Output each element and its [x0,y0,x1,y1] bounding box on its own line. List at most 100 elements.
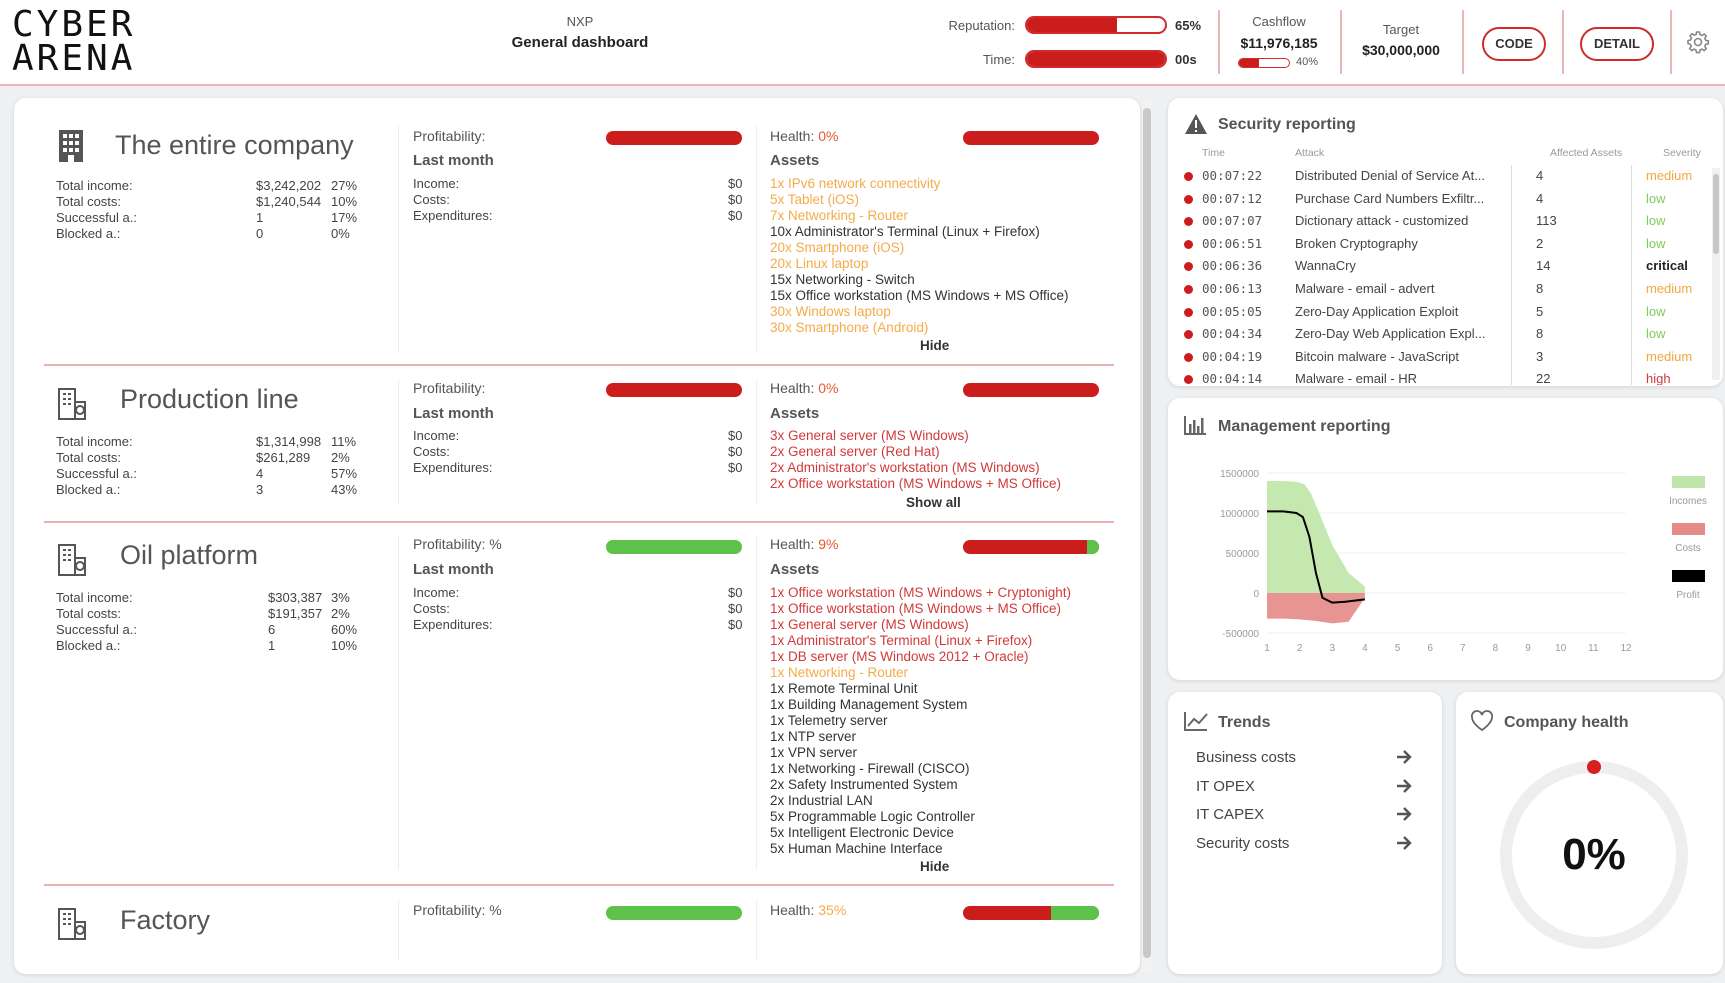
last-month-label: Expenditures: [413,208,493,223]
org-name: NXP [566,14,594,29]
last-month-label: Income: [413,176,460,191]
y-tick-label: 500000 [1226,549,1260,560]
security-row[interactable]: 00:07:22 Distributed Denial of Service At… [1176,165,1706,188]
asset-item: 1x Administrator's Terminal (Linux + Fir… [770,633,1033,648]
factory-building-icon [56,906,90,942]
asset-item: 1x Remote Terminal Unit [770,681,918,696]
column-divider [398,900,399,960]
profitability-bar-fill [606,906,742,920]
asset-item: 1x Networking - Firewall (CISCO) [770,761,970,776]
y-tick-label: 0 [1253,589,1259,600]
gear-icon[interactable] [1686,30,1710,54]
security-row[interactable]: 00:07:12 Purchase Card Numbers Exfiltr...… [1176,188,1706,211]
asset-item: 20x Linux laptop [770,256,869,271]
assets-list: 1x Office workstation (MS Windows + Cryp… [770,585,1071,857]
reputation-label: Reputation: [948,18,1016,33]
security-row[interactable]: 00:06:13 Malware - email - advert 8 medium [1176,278,1706,301]
asset-item: 2x Administrator's workstation (MS Windo… [770,460,1040,475]
health-label-text: Health: [770,536,815,552]
attack-severity: low [1646,235,1666,251]
time-bar [1025,50,1167,68]
scrollbar-thumb[interactable] [1713,174,1719,254]
last-month-value: $0 [728,444,743,459]
page-title: General dashboard [511,34,649,51]
severity-dot [1184,375,1193,385]
asset-item: 30x Windows laptop [770,304,891,319]
severity-dot [1184,172,1193,181]
y-tick-label: 1500000 [1220,469,1259,480]
last-month-values: Income: $0 Costs: $0 Expenditures: $0 [413,428,743,476]
stat-percent: 3% [331,590,350,605]
last-month-value: $0 [728,460,743,475]
trend-item-row[interactable]: IT OPEX [1196,774,1416,803]
column-divider [756,900,757,960]
trend-item-row[interactable]: Business costs [1196,745,1416,774]
stat-row: Total income: $1,314,998 11% [56,434,386,450]
section-title: The entire company [115,130,354,160]
column-header-severity: Severity [1663,147,1701,159]
health-bar-fill [1051,906,1099,920]
security-row[interactable]: 00:07:07 Dictionary attack - customized 11… [1176,210,1706,233]
stat-row: Total costs: $1,240,544 10% [56,194,386,210]
column-header-time: Time [1202,147,1225,159]
attack-name: Dictionary attack - customized [1295,213,1469,229]
sections-scrollbar[interactable] [1142,100,1152,972]
y-tick-label: -500000 [1222,629,1259,640]
severity-dot [1184,352,1193,362]
affected-assets: 14 [1536,258,1551,274]
stat-value: $303,387 [268,590,323,605]
factory-building-icon [56,386,90,422]
last-month-value: $0 [728,192,743,207]
health-label-text: Health: [770,380,815,396]
x-tick-label: 5 [1395,643,1401,654]
security-table-body: 00:07:22 Distributed Denial of Service At… [1176,165,1706,385]
last-month-row: Expenditures: $0 [413,208,743,224]
stat-percent: 10% [331,194,358,209]
legend-swatch [1672,476,1705,488]
affected-assets: 113 [1536,213,1557,229]
arrow-right-icon[interactable] [1394,804,1414,824]
security-row[interactable]: 00:04:34 Zero-Day Web Application Expl...… [1176,323,1706,346]
asset-item: 1x General server (MS Windows) [770,617,969,632]
last-month-row: Costs: $0 [413,444,743,460]
cashflow-bar [1238,58,1290,68]
health-value: 0% [818,380,839,396]
stat-percent: 0% [331,226,350,241]
hide-assets-link[interactable]: Hide [920,338,949,353]
stat-value: 1 [256,210,264,225]
trend-item-row[interactable]: IT CAPEX [1196,802,1416,831]
x-tick-label: 10 [1555,643,1567,654]
last-month-values: Income: $0 Costs: $0 Expenditures: $0 [413,176,743,224]
section-title: Oil platform [120,540,259,570]
assets-list: 3x General server (MS Windows) 2x General… [770,428,1061,492]
trend-item-row[interactable]: Security costs [1196,831,1416,860]
stat-label: Total income: [56,434,133,449]
security-row[interactable]: 00:06:36 WannaCry 14 critical [1176,255,1706,278]
health-label: Health: 35% [770,902,846,918]
column-divider [398,536,399,870]
asset-item: 1x IPv6 network connectivity [770,176,941,191]
hide-assets-link[interactable]: Hide [920,859,949,874]
arrow-right-icon[interactable] [1394,747,1414,767]
stat-label: Total costs: [56,450,122,465]
severity-dot [1184,217,1193,227]
stat-value: 1 [268,638,276,653]
code-button[interactable]: CODE [1482,27,1546,61]
scrollbar-thumb[interactable] [1143,108,1151,958]
security-row[interactable]: 00:06:51 Broken Cryptography 2 low [1176,233,1706,256]
security-row[interactable]: 00:04:19 Bitcoin malware - JavaScript 3 med… [1176,346,1706,369]
arrow-right-icon[interactable] [1394,833,1414,853]
section-divider [44,521,1114,523]
severity-dot [1184,239,1193,249]
security-row[interactable]: 00:05:05 Zero-Day Application Exploit 5 low [1176,301,1706,324]
security-scrollbar[interactable] [1712,168,1720,380]
last-month-value: $0 [728,601,743,616]
show-all-assets-link[interactable]: Show all [906,495,961,510]
x-tick-label: 9 [1525,643,1531,654]
x-tick-label: 4 [1362,643,1368,654]
stat-percent: 60% [331,622,358,637]
assets-heading: Assets [770,405,820,422]
security-row[interactable]: 00:04:14 Malware - email - HR 22 high [1176,368,1706,385]
arrow-right-icon[interactable] [1394,776,1414,796]
detail-button[interactable]: DETAIL [1580,27,1654,61]
